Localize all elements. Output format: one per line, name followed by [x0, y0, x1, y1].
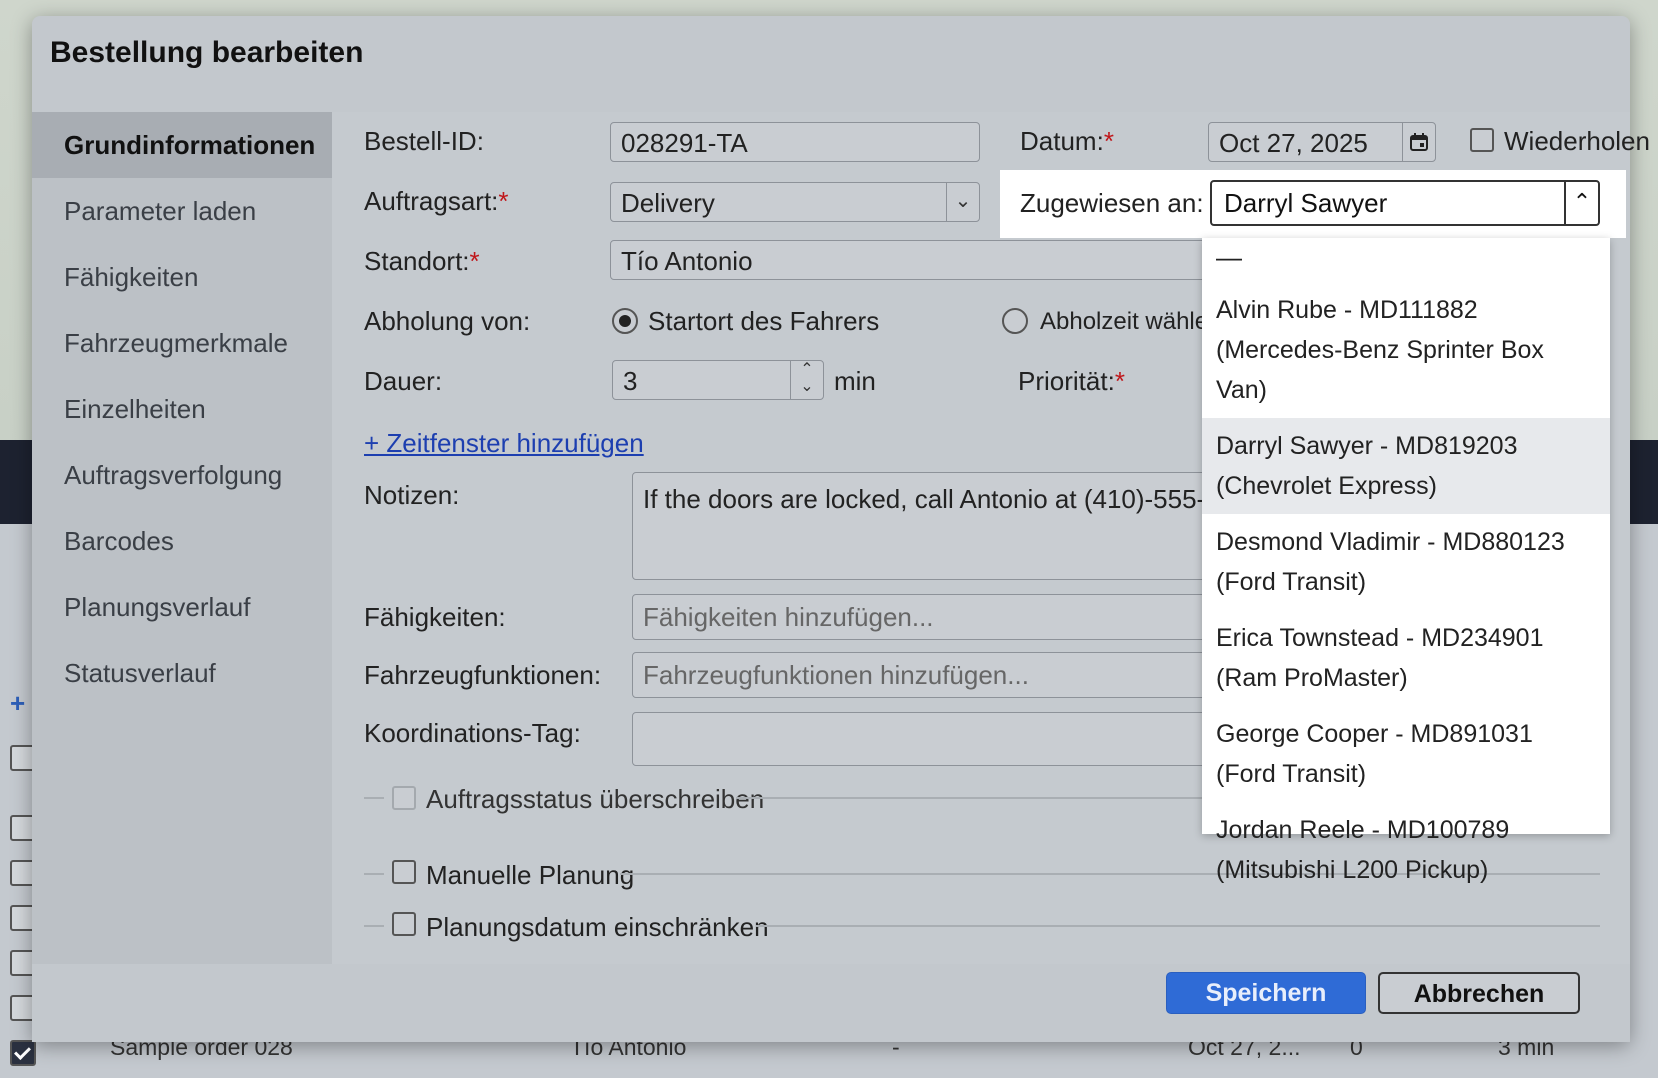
coordination-tag-label: Koordinations-Tag:: [364, 718, 581, 748]
pickup-choose-time-label: Abholzeit wählen: [1040, 308, 1222, 335]
override-status-label: Auftragsstatus überschreiben: [426, 784, 765, 814]
assigned-to-value: Darryl Sawyer: [1224, 188, 1388, 218]
location-input[interactable]: Tío Antonio: [610, 240, 1210, 280]
chevron-up-icon: ⌃: [1564, 182, 1598, 224]
location-label: Standort:*: [364, 246, 480, 277]
section-divider: [756, 925, 1600, 927]
override-status-checkbox[interactable]: [392, 786, 416, 810]
required-marker: *: [1114, 366, 1125, 396]
dropdown-option[interactable]: George Cooper - MD891031 (Ford Transit): [1202, 706, 1610, 802]
assigned-to-label: Zugewiesen an:: [1020, 188, 1204, 218]
sidebar-item-details[interactable]: Einzelheiten: [32, 376, 332, 442]
date-label: Datum:*: [1020, 126, 1114, 157]
option-driver: Darryl Sawyer - MD819203: [1216, 432, 1518, 460]
option-driver: Desmond Vladimir - MD880123: [1216, 528, 1565, 556]
manual-planning-label: Manuelle Planung: [426, 860, 635, 890]
dropdown-option[interactable]: Desmond Vladimir - MD880123 (Ford Transi…: [1202, 514, 1610, 610]
date-value: Oct 27, 2025: [1219, 128, 1368, 158]
option-vehicle: (Ford Transit): [1216, 568, 1367, 596]
date-label-text: Datum:: [1020, 126, 1104, 156]
add-time-window-link[interactable]: + Zeitfenster hinzufügen: [364, 428, 644, 459]
order-type-select[interactable]: Delivery ⌄: [610, 182, 980, 222]
sidebar-item-order-tracking[interactable]: Auftragsverfolgung: [32, 442, 332, 508]
section-divider: [364, 925, 384, 927]
pickup-driver-start-label: Startort des Fahrers: [648, 306, 880, 336]
option-vehicle: (Ram ProMaster): [1216, 664, 1408, 692]
pickup-label: Abholung von:: [364, 306, 531, 336]
order-type-value: Delivery: [621, 188, 715, 218]
option-driver: Erica Townstead - MD234901: [1216, 624, 1544, 652]
vehicle-features-input[interactable]: [632, 652, 1222, 698]
skills-label: Fähigkeiten:: [364, 602, 506, 632]
section-divider: [364, 873, 384, 875]
sidebar-item-barcodes[interactable]: Barcodes: [32, 508, 332, 574]
coordination-tag-input[interactable]: [632, 712, 1222, 766]
option-vehicle: (Ford Transit): [1216, 760, 1367, 788]
priority-label-text: Priorität:: [1018, 366, 1115, 396]
sidebar-item-basic-info[interactable]: Grundinformationen: [32, 112, 332, 178]
repeat-checkbox[interactable]: [1470, 128, 1494, 152]
option-driver: George Cooper - MD891031: [1216, 720, 1533, 748]
dropdown-option[interactable]: Alvin Rube - MD111882 (Mercedes-Benz Spr…: [1202, 282, 1610, 418]
pickup-driver-start-radio[interactable]: [612, 308, 638, 334]
duration-unit: min: [834, 366, 876, 396]
option-vehicle: (Mercedes-Benz Sprinter Box Van): [1216, 336, 1544, 404]
section-divider: [364, 797, 384, 799]
pickup-choose-time-radio[interactable]: [1002, 308, 1028, 334]
location-label-text: Standort:: [364, 246, 470, 276]
save-button[interactable]: Speichern: [1166, 972, 1366, 1014]
calendar-icon[interactable]: [1402, 123, 1435, 161]
duration-label: Dauer:: [364, 366, 443, 396]
order-type-label: Auftragsart:*: [364, 186, 509, 217]
background-add-icon: +: [10, 688, 26, 718]
required-marker: *: [1103, 126, 1114, 156]
priority-label: Priorität:*: [1018, 366, 1125, 397]
sidebar-item-skills[interactable]: Fähigkeiten: [32, 244, 332, 310]
option-driver: Alvin Rube - MD111882: [1216, 296, 1478, 324]
assigned-to-select[interactable]: Darryl Sawyer ⌃: [1210, 180, 1600, 226]
sidebar-item-planning-history[interactable]: Planungsverlauf: [32, 574, 332, 640]
cancel-button[interactable]: Abbrechen: [1378, 972, 1580, 1014]
manual-planning-checkbox[interactable]: [392, 860, 416, 884]
notes-label: Notizen:: [364, 480, 460, 510]
restrict-planning-date-checkbox[interactable]: [392, 912, 416, 936]
sidebar-item-load-parameters[interactable]: Parameter laden: [32, 178, 332, 244]
order-id-input[interactable]: 028291-TA: [610, 122, 980, 162]
required-marker: *: [469, 246, 480, 276]
repeat-label: Wiederholen: [1504, 126, 1650, 156]
assigned-to-dropdown: — Alvin Rube - MD111882 (Mercedes-Benz S…: [1202, 238, 1610, 884]
modal-sidebar: Grundinformationen Parameter laden Fähig…: [32, 112, 332, 964]
notes-textarea[interactable]: If the doors are locked, call Antonio at…: [632, 472, 1222, 580]
dropdown-option[interactable]: Erica Townstead - MD234901 (Ram ProMaste…: [1202, 610, 1610, 706]
skills-input[interactable]: [632, 594, 1222, 640]
option-vehicle: (Chevrolet Express): [1216, 472, 1437, 500]
background-row-checkbox-checked[interactable]: [10, 1040, 36, 1066]
dropdown-option[interactable]: Jordan Reele - MD100789 (Mitsubishi L200…: [1202, 802, 1610, 898]
order-type-label-text: Auftragsart:: [364, 186, 499, 216]
sidebar-item-vehicle-features[interactable]: Fahrzeugmerkmale: [32, 310, 332, 376]
date-input[interactable]: Oct 27, 2025: [1208, 122, 1436, 162]
stepper-arrows-icon[interactable]: ⌃ ⌄: [790, 361, 823, 399]
vehicle-features-label: Fahrzeugfunktionen:: [364, 660, 602, 690]
modal-title: Bestellung bearbeiten: [50, 36, 364, 69]
dropdown-option-empty[interactable]: —: [1202, 238, 1610, 282]
duration-stepper[interactable]: 3 ⌃ ⌄: [612, 360, 824, 400]
sidebar-item-status-history[interactable]: Statusverlauf: [32, 640, 332, 706]
chevron-down-icon: ⌄: [946, 183, 979, 221]
duration-value: 3: [623, 366, 638, 396]
option-driver: Jordan Reele - MD100789: [1216, 816, 1510, 844]
required-marker: *: [498, 186, 509, 216]
dropdown-option-selected[interactable]: Darryl Sawyer - MD819203 (Chevrolet Expr…: [1202, 418, 1610, 514]
order-id-label: Bestell-ID:: [364, 126, 484, 156]
restrict-planning-date-label: Planungsdatum einschränken: [426, 912, 769, 942]
section-divider: [736, 797, 1206, 799]
option-vehicle: (Mitsubishi L200 Pickup): [1216, 856, 1489, 884]
